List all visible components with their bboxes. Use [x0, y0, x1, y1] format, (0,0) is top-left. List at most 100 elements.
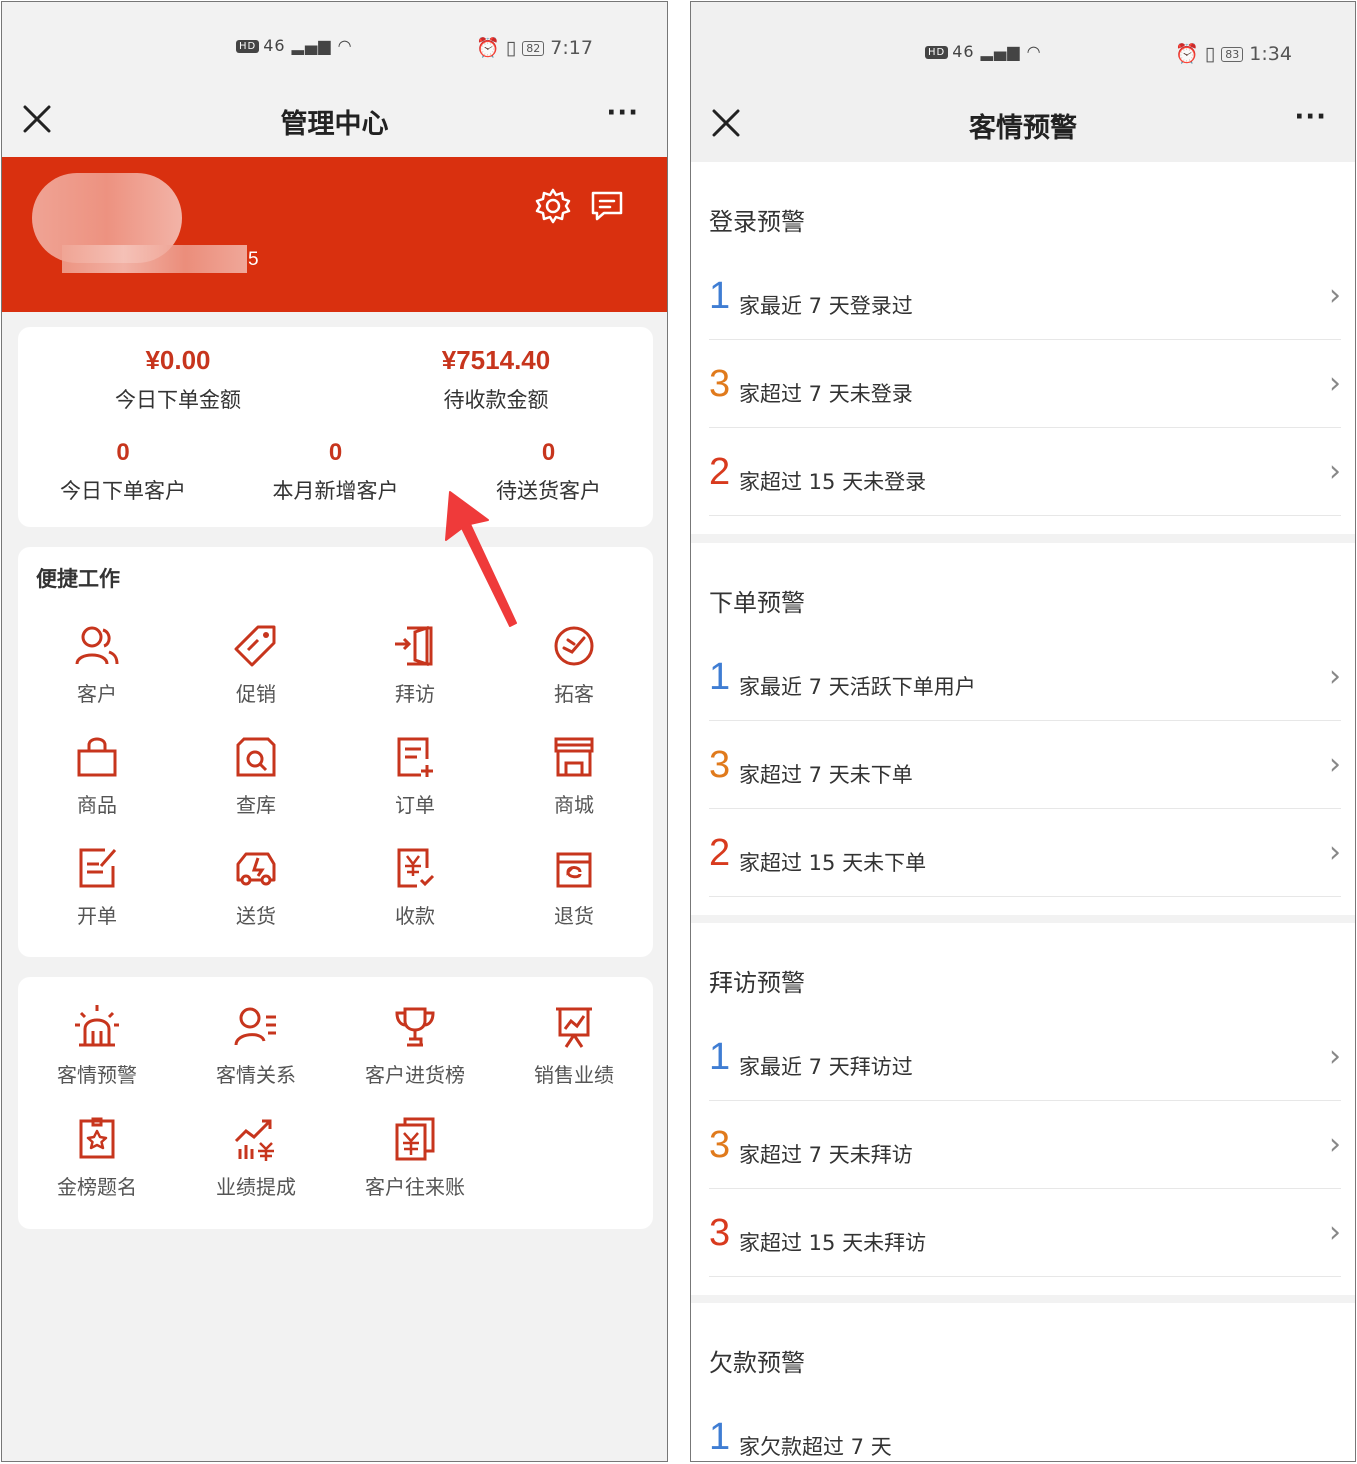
alert-count: 1: [709, 1036, 731, 1078]
page-title: 客情预警: [969, 113, 1077, 144]
section-title: 拜访预警: [709, 969, 805, 997]
login-alert-section: 登录预警 1 家最近 7 天登录过 › 3 家超过 7 天未登录 › 2 家超过…: [691, 162, 1355, 534]
ledger-icon: [395, 1117, 435, 1161]
status-bar: HD 46 ▂▄▆ ◠ ⏰ ▯ 82 7:17: [2, 2, 667, 92]
honor-board-icon: [79, 1117, 115, 1159]
expand-customer-icon: [554, 626, 594, 666]
return-goods-icon: [556, 852, 592, 888]
alert-row[interactable]: 2 家超过 15 天未登录 ›: [709, 428, 1341, 516]
hd-icon: HD: [236, 40, 260, 53]
alert-count: 3: [709, 1124, 731, 1166]
alert-row[interactable]: 3 家超过 7 天未拜访 ›: [709, 1101, 1341, 1189]
quick-item-delivery[interactable]: 送货: [191, 844, 321, 929]
tool-item-honor-board[interactable]: 金榜题名: [32, 1115, 162, 1200]
alert-count: 1: [709, 275, 731, 317]
sales-chart-icon: [556, 1007, 592, 1048]
more-menu-icon[interactable]: ···: [606, 98, 639, 128]
tool-item-customer-alert[interactable]: 客情预警: [32, 1003, 162, 1088]
settings-gear-icon[interactable]: [534, 187, 572, 225]
more-menu-icon[interactable]: ···: [1294, 102, 1327, 132]
quick-work-title: 便捷工作: [36, 567, 120, 591]
quick-item-goods[interactable]: 商品: [32, 733, 162, 818]
alert-count: 3: [709, 363, 731, 405]
alert-text: 家超过 15 天未下单: [739, 851, 927, 875]
quick-item-mall[interactable]: 商城: [509, 733, 639, 818]
alert-text: 家超过 7 天未拜访: [739, 1143, 913, 1167]
battery-icon: 82: [522, 41, 545, 56]
section-title: 欠款预警: [709, 1349, 805, 1377]
navigation-bar: 客情预警 ···: [691, 88, 1355, 158]
alert-count: 1: [709, 656, 731, 698]
more-tools-card: 客情预警 客情关系 客户进货榜 销售业绩 金榜题名 业绩提成 客户往来账: [18, 977, 653, 1229]
alert-row[interactable]: 1 家最近 7 天活跃下单用户 ›: [709, 633, 1341, 721]
visit-alert-section: 拜访预警 1 家最近 7 天拜访过 › 3 家超过 7 天未拜访 › 3 家超过…: [691, 923, 1355, 1295]
debt-alert-section: 欠款预警 1 家欠款超过 7 天: [691, 1303, 1355, 1461]
quick-item-customer[interactable]: 客户: [32, 622, 162, 707]
tool-item-relationship[interactable]: 客情关系: [191, 1003, 321, 1088]
chevron-right-icon: ›: [1329, 454, 1341, 489]
signal-indicator: HD 46 ▂▄▆ ◠: [236, 36, 353, 55]
alert-row[interactable]: 3 家超过 15 天未拜访 ›: [709, 1189, 1341, 1277]
alert-text: 家超过 15 天未登录: [739, 470, 927, 494]
username-suffix: 5: [248, 249, 259, 270]
status-time: 1:34: [1249, 43, 1292, 65]
annotation-arrow-icon: [445, 491, 517, 627]
alert-row[interactable]: 1 家最近 7 天登录过 ›: [709, 252, 1341, 340]
quick-item-return[interactable]: 退货: [509, 844, 639, 929]
vibrate-icon: ▯: [1204, 43, 1216, 65]
alert-text: 家超过 7 天未登录: [739, 382, 913, 406]
vibrate-icon: ▯: [505, 37, 517, 59]
stat-month-new-customers[interactable]: 0 本月新增客户: [248, 439, 423, 505]
alert-row[interactable]: 2 家超过 15 天未下单 ›: [709, 809, 1341, 897]
stat-pending-collection[interactable]: ¥7514.40 待收款金额: [396, 345, 596, 414]
quick-item-order[interactable]: 订单: [350, 733, 480, 818]
alert-count: 1: [709, 1416, 731, 1458]
quick-item-promotion[interactable]: 促销: [191, 622, 321, 707]
alert-text: 家最近 7 天活跃下单用户: [739, 675, 976, 699]
status-right: ⏰ ▯ 83 1:34: [1175, 42, 1292, 65]
commission-icon: [234, 1119, 274, 1161]
status-right: ⏰ ▯ 82 7:17: [476, 36, 593, 59]
tool-item-ledger[interactable]: 客户往来账: [350, 1115, 480, 1200]
section-title: 下单预警: [709, 589, 805, 617]
alert-row[interactable]: 3 家超过 7 天未登录 ›: [709, 340, 1341, 428]
quick-work-card: 便捷工作 客户 促销 拜访 拓客 商品 查库 订单 商城 开单 送货 收款 退货: [18, 547, 653, 957]
alert-row[interactable]: 1 家欠款超过 7 天: [709, 1393, 1341, 1461]
quick-item-create-order[interactable]: 开单: [32, 844, 162, 929]
relationship-icon: [234, 1007, 276, 1046]
order-list-icon: [397, 737, 433, 777]
alert-text: 家最近 7 天登录过: [739, 294, 913, 318]
status-bar: HD 46 ▂▄▆ ◠ ⏰ ▯ 83 1:34: [691, 2, 1355, 92]
alert-text: 家超过 15 天未拜访: [739, 1231, 927, 1255]
section-title: 登录预警: [709, 208, 805, 236]
alert-text: 家欠款超过 7 天: [739, 1435, 892, 1459]
chevron-right-icon: ›: [1329, 659, 1341, 694]
chevron-right-icon: ›: [1329, 278, 1341, 313]
quick-item-collect[interactable]: 收款: [350, 844, 480, 929]
alert-text: 家超过 7 天未下单: [739, 763, 913, 787]
alert-row[interactable]: 3 家超过 7 天未下单 ›: [709, 721, 1341, 809]
tool-item-commission[interactable]: 业绩提成: [191, 1115, 321, 1200]
alert-count: 2: [709, 451, 731, 493]
tool-item-sales-performance[interactable]: 销售业绩: [509, 1003, 639, 1088]
customer-icon: [75, 626, 119, 665]
management-center-screen: HD46 ▂▄▆ ◠ ⏰ ▯ 82 7:17 管理中心 ··· 5 ¥0.00: [1, 1, 668, 1462]
order-alert-section: 下单预警 1 家最近 7 天活跃下单用户 › 3 家超过 7 天未下单 › 2 …: [691, 543, 1355, 915]
alert-count: 2: [709, 832, 731, 874]
chevron-right-icon: ›: [1329, 835, 1341, 870]
page-title: 管理中心: [280, 109, 389, 140]
stat-today-order-customers[interactable]: 0 今日下单客户: [38, 439, 208, 505]
create-order-icon: [79, 848, 117, 888]
message-icon[interactable]: [588, 187, 626, 225]
alarm-icon: ⏰: [476, 37, 500, 59]
tool-item-purchase-rank[interactable]: 客户进货榜: [350, 1003, 480, 1088]
chevron-right-icon: ›: [1329, 1127, 1341, 1162]
stat-today-order-amount[interactable]: ¥0.00 今日下单金额: [78, 345, 278, 414]
chevron-right-icon: ›: [1329, 747, 1341, 782]
user-header-band: 5: [2, 157, 667, 312]
quick-item-inventory[interactable]: 查库: [191, 733, 321, 818]
alert-row[interactable]: 1 家最近 7 天拜访过 ›: [709, 1013, 1341, 1101]
inventory-search-icon: [236, 737, 276, 777]
chevron-right-icon: ›: [1329, 1039, 1341, 1074]
store-icon: [554, 737, 594, 777]
